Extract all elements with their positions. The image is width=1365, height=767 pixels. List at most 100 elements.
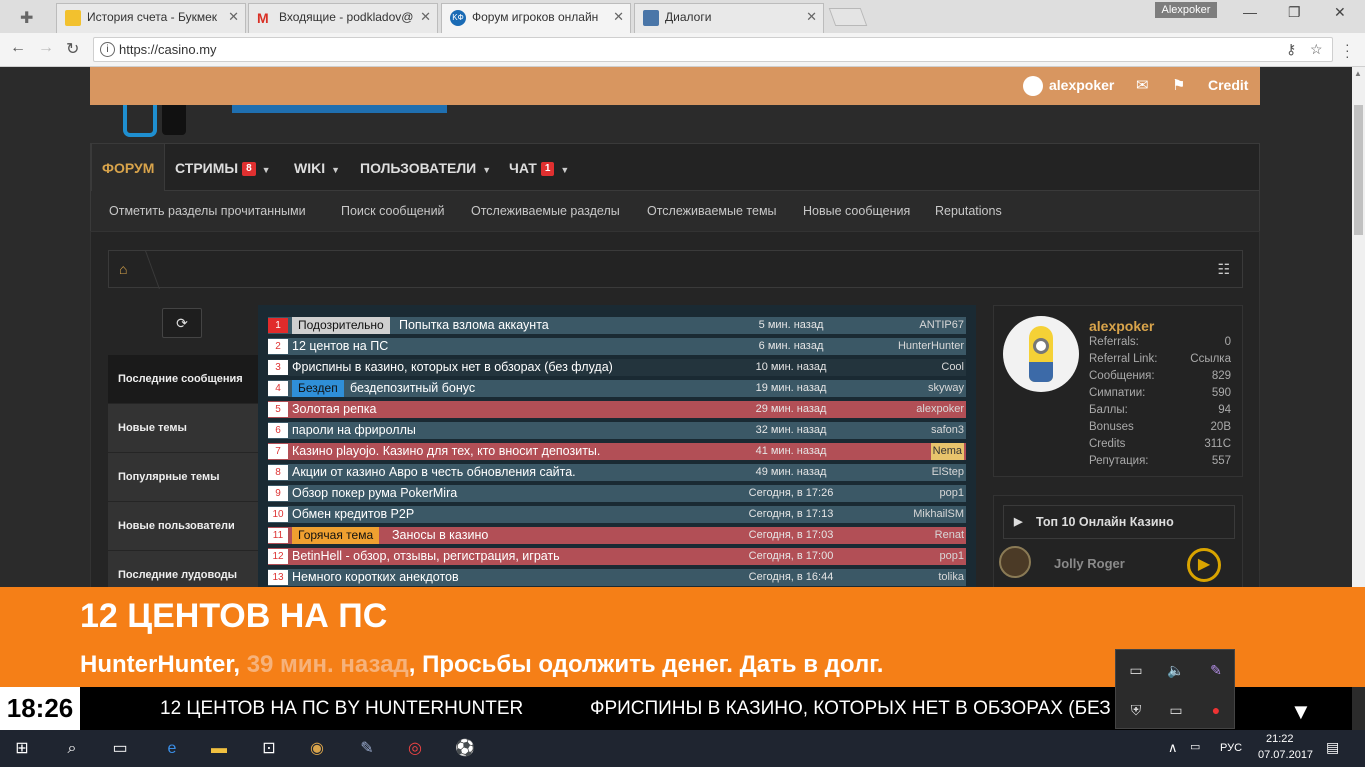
username-link[interactable]: alexpoker <box>1049 77 1114 93</box>
thread-row[interactable]: 8 Акции от казино Авро в честь обновления… <box>268 464 966 481</box>
game-icon[interactable]: ⚽ <box>453 737 477 761</box>
tab-1[interactable]: M Входящие - podkladov@ ✕ <box>248 3 438 33</box>
thread-title[interactable]: бездепозитный бонус <box>350 380 475 397</box>
subnav-reputations[interactable]: Reputations <box>935 204 1002 218</box>
monitor-icon[interactable]: ▭ <box>1116 650 1156 690</box>
thread-title[interactable]: Немного коротких анекдотов <box>292 569 459 586</box>
back-icon[interactable]: ← <box>10 39 26 57</box>
envelope-icon[interactable]: ✉ <box>1136 76 1149 94</box>
thread-author[interactable]: tolika <box>938 569 964 586</box>
sidebar-tab-latest-gamblers[interactable]: Последние лудоводы <box>108 551 258 587</box>
chevron-down-icon[interactable]: ▼ <box>1290 699 1312 725</box>
thread-row[interactable]: 5 Золотая репка 29 мин. назад alexpoker <box>268 401 966 418</box>
close-icon[interactable]: ✕ <box>613 4 624 30</box>
media-player-icon[interactable]: ◉ <box>305 737 329 761</box>
chrome-icon[interactable]: ◎ <box>403 737 427 761</box>
thread-row[interactable]: 10 Обмен кредитов P2P Сегодня, в 17:13 Mikh… <box>268 506 966 523</box>
credit-link[interactable]: Credit <box>1208 77 1248 93</box>
subnav-watched-threads[interactable]: Отслеживаемые темы <box>647 204 777 218</box>
refresh-button[interactable]: ⟳ <box>162 308 202 338</box>
sidebar-tab-new-threads[interactable]: Новые темы <box>108 404 258 453</box>
subnav-new-posts[interactable]: Новые сообщения <box>803 204 910 218</box>
taskbar-time[interactable]: 21:22 <box>1266 733 1294 745</box>
nav-streams[interactable]: СТРИМЫ 8 ▼ <box>165 144 281 192</box>
thread-title[interactable]: Попытка взлома аккаунта <box>399 317 549 334</box>
tab-3[interactable]: Диалоги ✕ <box>634 3 824 33</box>
casino-logo[interactable] <box>999 546 1031 578</box>
search-icon[interactable]: ⌕ <box>60 737 84 761</box>
profile-name[interactable]: alexpoker <box>1089 318 1154 334</box>
thread-title[interactable]: Акции от казино Авро в честь обновления … <box>292 464 576 481</box>
shield-icon[interactable]: ⛨ <box>1116 690 1156 730</box>
thread-row[interactable]: 1 Подозрительно Попытка взлома аккаунта 5 м… <box>268 317 966 334</box>
nav-chat[interactable]: ЧАТ 1 ▼ <box>499 144 579 192</box>
thread-row[interactable]: 3 Фриспины в казино, которых нет в обзора… <box>268 359 966 376</box>
nav-forum[interactable]: ФОРУМ <box>91 144 166 192</box>
store-icon[interactable]: ⊡ <box>257 737 281 761</box>
task-view-icon[interactable]: ▭ <box>108 737 132 761</box>
tab-2[interactable]: KФ Форум игроков онлайн ✕ <box>441 3 631 33</box>
paint-icon[interactable]: ✎ <box>355 737 379 761</box>
thread-author[interactable]: HunterHunter <box>898 338 964 355</box>
sitemap-icon[interactable]: ☷ <box>1217 261 1230 278</box>
scrollbar-thumb[interactable] <box>1354 105 1363 235</box>
thread-author[interactable]: safon3 <box>931 422 964 439</box>
thread-title[interactable]: Казино playojo. Казино для тех, кто внос… <box>292 443 600 460</box>
reload-icon[interactable]: ↻ <box>66 39 79 59</box>
nav-wiki[interactable]: WIKI ▼ <box>284 144 350 192</box>
sidebar-tab-new-users[interactable]: Новые пользователи <box>108 502 258 551</box>
avatar[interactable] <box>1003 316 1079 392</box>
close-icon[interactable]: ✕ <box>420 4 431 30</box>
thread-title[interactable]: пароли на фрироллы <box>292 422 416 439</box>
taskbar-date[interactable]: 07.07.2017 <box>1258 749 1313 761</box>
thread-title[interactable]: Обмен кредитов P2P <box>292 506 414 523</box>
close-icon[interactable]: ✕ <box>806 4 817 30</box>
thread-prefix-tag[interactable]: Бездеп <box>292 380 344 397</box>
star-icon[interactable]: ☆ <box>1310 41 1323 58</box>
thread-author[interactable]: Renat <box>935 527 964 544</box>
thread-author[interactable]: alexpoker <box>916 401 964 418</box>
paw-icon[interactable]: ● <box>1196 690 1236 730</box>
sidebar-tab-popular-threads[interactable]: Популярные темы <box>108 453 258 502</box>
profile-chip[interactable]: Alexpoker <box>1155 2 1217 18</box>
play-icon[interactable]: ▶ <box>1187 548 1221 582</box>
scrollbar[interactable]: ▲ <box>1352 67 1365 587</box>
menu-icon[interactable]: · · · <box>1345 37 1350 63</box>
thread-row[interactable]: 13 Немного коротких анекдотов Сегодня, в 1… <box>268 569 966 586</box>
battery-icon[interactable]: ▭ <box>1156 690 1196 730</box>
subnav-watched-forums[interactable]: Отслеживаемые разделы <box>471 204 620 218</box>
thread-author[interactable]: pop1 <box>940 548 964 565</box>
language-indicator[interactable]: РУС <box>1220 742 1242 754</box>
close-icon[interactable]: ✕ <box>228 4 239 30</box>
home-icon[interactable]: ⌂ <box>119 261 127 277</box>
nav-users[interactable]: ПОЛЬЗОВАТЕЛИ ▼ <box>350 144 501 192</box>
thread-title[interactable]: Золотая репка <box>292 401 377 418</box>
thread-row[interactable]: 4 Бездеп бездепозитный бонус 19 мин. назад s… <box>268 380 966 397</box>
notification-center-icon[interactable]: ▤ <box>1326 739 1339 756</box>
puzzle-extension-icon[interactable]: ✚ <box>20 8 38 27</box>
tab-0[interactable]: История счета - Букмек ✕ <box>56 3 246 33</box>
feather-icon[interactable]: ✎ <box>1196 650 1236 690</box>
avatar[interactable] <box>1023 76 1043 96</box>
thread-title[interactable]: Заносы в казино <box>392 527 488 544</box>
thread-author[interactable]: MikhailSM <box>913 506 964 523</box>
thread-row[interactable]: 6 пароли на фрироллы 32 мин. назад safon3 <box>268 422 966 439</box>
thread-row[interactable]: 7 Казино playojo. Казино для тех, кто вно… <box>268 443 966 460</box>
show-hidden-icons-icon[interactable]: ∧ <box>1168 740 1178 756</box>
thread-title[interactable]: Фриспины в казино, которых нет в обзорах… <box>292 359 613 376</box>
thread-author[interactable]: Cool <box>941 359 964 376</box>
new-tab-button[interactable] <box>828 8 868 26</box>
thread-prefix-tag[interactable]: Подозрительно <box>292 317 390 334</box>
flag-icon[interactable]: ⚑ <box>1172 76 1185 94</box>
subnav-mark-read[interactable]: Отметить разделы прочитанными <box>109 204 306 218</box>
ticker-item[interactable]: ФРИСПИНЫ В КАЗИНО, КОТОРЫХ НЕТ В ОБЗОРАХ… <box>590 698 1203 720</box>
volume-icon[interactable]: 🔈 <box>1156 650 1196 690</box>
minimize-icon[interactable]: — <box>1243 4 1257 20</box>
forward-icon[interactable]: → <box>38 39 54 57</box>
folder-icon[interactable]: ▬ <box>207 737 231 761</box>
key-icon[interactable]: ⚷ <box>1286 41 1296 58</box>
thread-row[interactable]: 12 BetinHell - обзор, отзывы, регистрация… <box>268 548 966 565</box>
close-window-icon[interactable]: ✕ <box>1334 4 1346 21</box>
thread-row[interactable]: 9 Обзор покер рума PokerMira Сегодня, в 17… <box>268 485 966 502</box>
restore-icon[interactable]: ❐ <box>1288 4 1301 21</box>
